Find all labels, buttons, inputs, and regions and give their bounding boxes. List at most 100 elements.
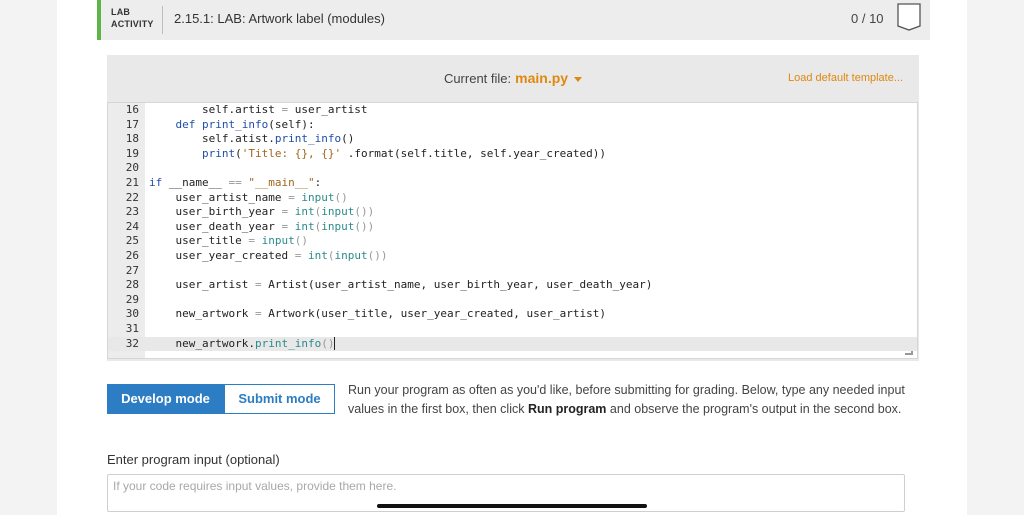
- code-line[interactable]: 18 self.atist.print_info(): [108, 132, 917, 147]
- code-token: ==: [228, 176, 242, 189]
- code-text: user_year_created = int(input()): [149, 249, 387, 264]
- code-line[interactable]: 23 user_birth_year = int(input()): [108, 205, 917, 220]
- code-token: (self):: [268, 117, 315, 131]
- line-number: 19: [125, 146, 139, 160]
- code-line[interactable]: 16 self.artist = user_artist: [108, 103, 917, 118]
- score-badge-icon: [897, 3, 921, 31]
- code-line[interactable]: 25 user_title = input(): [108, 234, 917, 249]
- lab-title: 2.15.1: LAB: Artwork label (modules): [174, 11, 385, 26]
- line-number: 27: [125, 263, 139, 277]
- submit-mode-button[interactable]: Submit mode: [224, 384, 335, 414]
- code-token: "__main__": [248, 176, 315, 189]
- code-token: (): [294, 234, 308, 248]
- line-number: 22: [125, 190, 139, 204]
- code-token: print_info: [202, 117, 269, 131]
- home-indicator: [377, 504, 647, 508]
- code-token: ()): [354, 205, 375, 219]
- code-line[interactable]: 27: [108, 263, 917, 279]
- line-number: 16: [125, 103, 139, 116]
- code-text: new_artwork = Artwork(user_title, user_y…: [149, 307, 605, 322]
- code-token: self.artist: [149, 103, 282, 116]
- code-line[interactable]: 24 user_death_year = int(input()): [108, 219, 917, 235]
- code-token: input: [261, 234, 295, 248]
- code-line[interactable]: 28 user_artist = Artist(user_artist_name…: [108, 278, 917, 293]
- code-line[interactable]: 26 user_year_created = int(input()): [108, 249, 917, 264]
- code-text: user_death_year = int(input()): [149, 220, 374, 235]
- code-token: (): [321, 336, 335, 350]
- program-input-label: Enter program input (optional): [107, 452, 280, 467]
- code-line[interactable]: 22 user_artist_name = input(): [108, 190, 917, 206]
- code-line[interactable]: 17 def print_info(self):: [108, 117, 917, 133]
- line-number: 23: [125, 205, 139, 219]
- code-token: def: [175, 117, 196, 131]
- code-token: user_artist: [288, 103, 368, 116]
- code-token: new_artwork: [149, 307, 255, 321]
- line-number: 17: [125, 117, 139, 131]
- code-editor-panel: Current file: main.py Load default templa…: [107, 55, 919, 361]
- code-line[interactable]: 20: [108, 161, 917, 176]
- code-token: user_artist: [149, 278, 255, 292]
- lab-tag-line1: LAB: [111, 7, 131, 17]
- code-token: user_artist_name: [149, 190, 289, 204]
- code-token: int: [307, 249, 328, 262]
- code-token: print_info: [274, 132, 342, 146]
- code-text: user_title = input(): [149, 234, 308, 249]
- code-text: user_artist = Artist(user_artist_name, u…: [149, 278, 652, 293]
- code-token: ()): [354, 219, 375, 233]
- code-token: new_artwork.: [149, 336, 255, 350]
- code-token: (): [341, 132, 355, 146]
- code-token: input: [321, 205, 355, 219]
- code-token: .format(self.title, self.year_created)): [341, 146, 606, 160]
- load-default-template-link[interactable]: Load default template...: [788, 72, 903, 84]
- line-number: 29: [125, 292, 139, 306]
- line-number: 18: [125, 132, 139, 146]
- code-text: self.artist = user_artist: [149, 103, 368, 118]
- header-divider: [162, 6, 163, 34]
- code-token: user_death_year: [149, 219, 282, 233]
- code-editor[interactable]: 16 self.artist = user_artist 17 def print…: [107, 102, 918, 359]
- code-token: =: [254, 278, 262, 292]
- line-number: 26: [125, 249, 139, 262]
- code-token: user_title: [149, 234, 249, 248]
- code-line[interactable]: 19 print('Title: {}, {}' .format(self.ti…: [108, 146, 917, 162]
- run-instructions: Run your program as often as you'd like,…: [348, 381, 918, 419]
- lab-header: LAB ACTIVITY 2.15.1: LAB: Artwork label …: [97, 0, 930, 40]
- code-line[interactable]: 30 new_artwork = Artwork(user_title, use…: [108, 307, 917, 322]
- line-number: 32: [125, 336, 139, 350]
- line-number: 25: [125, 234, 139, 248]
- code-text: if __name__ == "__main__":: [149, 176, 321, 191]
- code-token: user_birth_year: [149, 205, 282, 219]
- file-name: main.py: [515, 70, 569, 86]
- code-text: user_birth_year = int(input()): [149, 205, 374, 220]
- line-number: 28: [125, 278, 139, 292]
- line-number: 21: [125, 176, 139, 189]
- code-line[interactable]: 31: [108, 322, 917, 337]
- code-token: input: [334, 249, 368, 262]
- current-file-label: Current file:: [443, 71, 512, 86]
- line-number: 24: [125, 219, 139, 233]
- code-token: self.atist.: [149, 132, 275, 146]
- code-token: input: [321, 219, 355, 233]
- develop-mode-button[interactable]: Develop mode: [107, 384, 224, 414]
- code-token: Artist(user_artist_name, user_birth_year…: [261, 278, 653, 292]
- code-token: (): [334, 190, 348, 204]
- code-line[interactable]: 32 new_artwork.print_info(): [108, 336, 917, 352]
- code-text: user_artist_name = input(): [149, 190, 348, 206]
- file-selector[interactable]: main.py: [515, 70, 583, 86]
- lab-tag-line2: ACTIVITY: [111, 19, 154, 29]
- code-token: :: [314, 176, 322, 189]
- code-token: __name__: [162, 176, 229, 189]
- line-number: 31: [125, 322, 139, 335]
- code-token: 'Title: {}, {}': [241, 146, 342, 160]
- lab-activity-tag: LAB ACTIVITY: [111, 6, 154, 30]
- code-line[interactable]: 21 if __name__ == "__main__":: [108, 176, 917, 191]
- code-text: def print_info(self):: [149, 118, 315, 133]
- code-line[interactable]: 29: [108, 292, 917, 308]
- code-token: user_year_created: [149, 249, 295, 262]
- code-token: print: [201, 146, 236, 160]
